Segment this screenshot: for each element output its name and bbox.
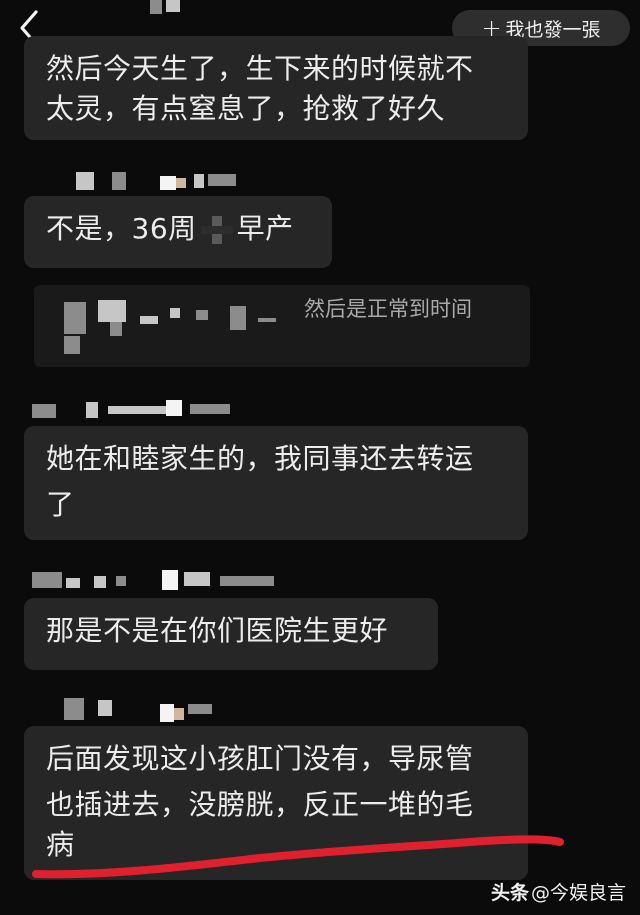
watermark-author: @今娱良言 xyxy=(530,882,626,904)
message-bubble: 不是，36周 早产 xyxy=(24,196,332,268)
redacted-character xyxy=(200,216,233,244)
message-line: 她在和睦家生的，我同事还去转运 xyxy=(46,442,474,475)
watermark-logo: 头条 xyxy=(490,882,529,904)
message-line: 病 xyxy=(46,828,75,861)
message-bubble: 后面发现这小孩肛门没有，导尿管 也插进去，没膀胱，反正一堆的毛 病 xyxy=(24,726,528,880)
message-line: 了 xyxy=(46,488,75,521)
watermark: 头条 @今娱良言 xyxy=(491,878,626,905)
message-line: 也插进去，没膀胱，反正一堆的毛 xyxy=(46,788,474,821)
message-line: 太灵，有点窒息了，抢救了好久 xyxy=(46,92,446,125)
message-text: 不是，36周 xyxy=(46,212,197,245)
message-line: 后面发现这小孩肛门没有，导尿管 xyxy=(46,742,474,775)
message-bubble: 然后今天生了，生下来的时候就不 太灵，有点窒息了，抢救了好久 xyxy=(24,36,528,140)
message-bubble: 那是不是在你们医院生更好 xyxy=(24,598,438,670)
message-line: 那是不是在你们医院生更好 xyxy=(46,614,389,647)
message-bubble: 她在和睦家生的，我同事还去转运 了 xyxy=(24,426,528,540)
quote-text: 然后是正常到时间 xyxy=(304,297,472,321)
message-text: 早产 xyxy=(236,212,294,245)
